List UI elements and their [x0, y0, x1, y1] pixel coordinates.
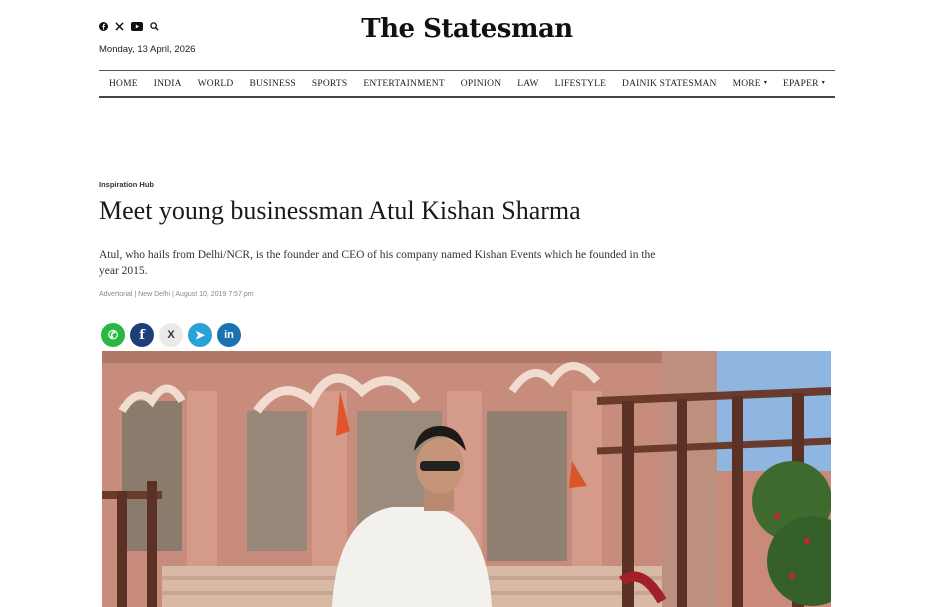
article-photo-illustration [102, 351, 831, 607]
nav-item-business[interactable]: BUSINESS [249, 79, 295, 89]
nav-item-india[interactable]: INDIA [154, 79, 182, 89]
main-nav: HOME INDIA WORLD BUSINESS SPORTS ENTERTA… [99, 70, 835, 98]
nav-item-opinion[interactable]: OPINION [461, 79, 501, 89]
nav-item-more-label: MORE [732, 78, 761, 89]
facebook-share-icon[interactable]: f [130, 323, 154, 347]
nav-item-epaper[interactable]: EPAPER ▾ [783, 79, 825, 89]
social-links [99, 22, 159, 31]
site-header: Monday, 13 April, 2026 The Statesman HOM… [0, 0, 934, 100]
nav-item-lifestyle[interactable]: LIFESTYLE [555, 79, 606, 89]
nav-item-epaper-label: EPAPER [783, 78, 819, 89]
linkedin-share-icon[interactable]: in [217, 323, 241, 347]
nav-item-sports[interactable]: SPORTS [312, 79, 347, 89]
x-share-icon[interactable]: X [159, 323, 183, 347]
nav-item-law[interactable]: LAW [517, 79, 538, 89]
article-photo [102, 351, 831, 607]
whatsapp-share-icon[interactable]: ✆ [101, 323, 125, 347]
search-icon[interactable] [150, 22, 159, 31]
article-meta: Advertorial | New Delhi | August 10, 201… [99, 291, 254, 298]
site-logo[interactable]: The Statesman [360, 14, 574, 44]
article-headline: Meet young businessman Atul Kishan Sharm… [99, 196, 581, 225]
chevron-down-icon: ▾ [821, 79, 825, 86]
telegram-share-icon[interactable]: ➤ [188, 323, 212, 347]
facebook-icon[interactable] [99, 22, 108, 31]
nav-item-dainik-statesman[interactable]: DAINIK STATESMAN [622, 79, 717, 89]
article-summary: Atul, who hails from Delhi/NCR, is the f… [99, 249, 656, 277]
youtube-icon[interactable] [131, 22, 143, 31]
nav-item-entertainment[interactable]: ENTERTAINMENT [363, 79, 444, 89]
chevron-down-icon: ▾ [763, 79, 768, 86]
current-date: Monday, 13 April, 2026 [99, 44, 196, 55]
share-bar: ✆ f X ➤ in [101, 323, 241, 347]
nav-item-world[interactable]: WORLD [198, 79, 234, 89]
article-category[interactable]: Inspiration Hub [99, 180, 154, 189]
x-icon[interactable] [115, 22, 124, 31]
nav-item-home[interactable]: HOME [109, 79, 138, 89]
nav-item-more[interactable]: MORE ▾ [733, 79, 767, 89]
